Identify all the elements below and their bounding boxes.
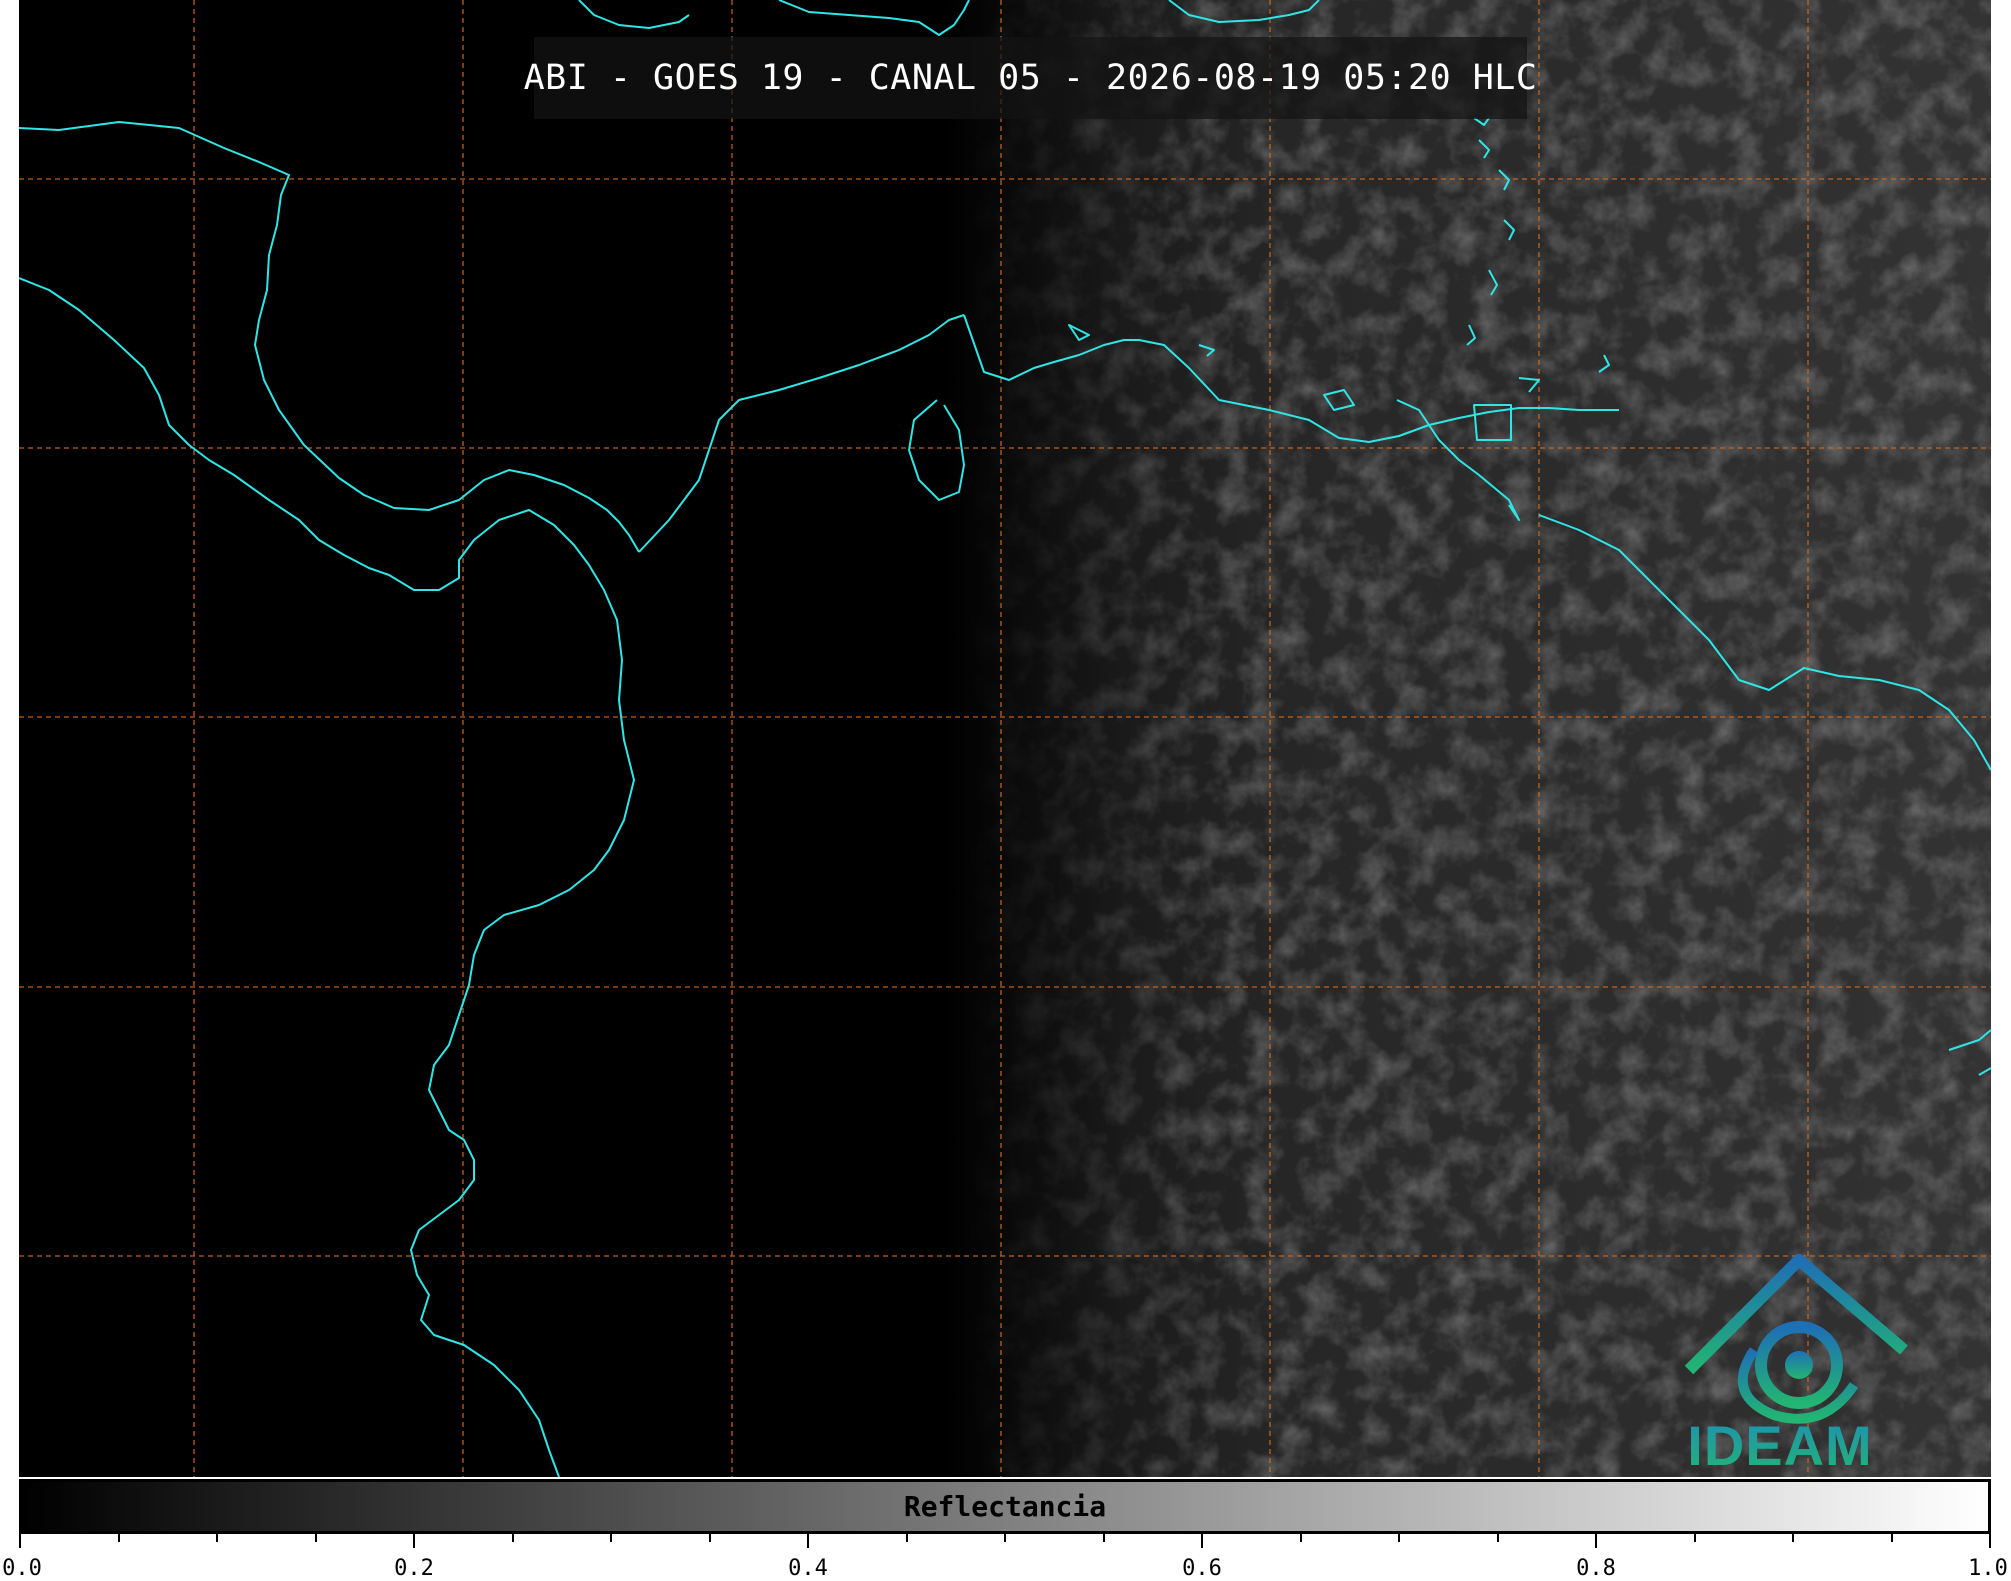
colorbar-tick-mark — [216, 1534, 218, 1542]
colorbar-tick-mark — [807, 1534, 809, 1548]
colorbar-tick-mark — [1102, 1534, 1105, 1542]
colorbar-tick-mark — [1890, 1534, 1893, 1542]
colorbar-tick-mark — [1792, 1534, 1794, 1542]
colorbar-tick-mark — [1595, 1534, 1597, 1548]
colorbar-tick-label: 0.8 — [1576, 1556, 1616, 1581]
colorbar-tick-mark — [905, 1534, 908, 1542]
colorbar-tick-label: 0.6 — [1182, 1556, 1222, 1581]
colorbar-tick-mark — [1398, 1534, 1400, 1542]
colorbar-tick-mark — [1989, 1534, 1991, 1548]
colorbar-tick-mark — [708, 1534, 711, 1542]
colorbar-tick-mark — [19, 1534, 21, 1548]
colorbar-tick-label: 1.0 — [1968, 1556, 2008, 1581]
colorbar-tick-mark — [1201, 1534, 1203, 1548]
colorbar-tick-mark — [1299, 1534, 1302, 1542]
ideam-logo-text: IDEAM — [1665, 1413, 1895, 1478]
colorbar-tick-mark — [117, 1534, 120, 1542]
colorbar-tick-mark — [1004, 1534, 1006, 1542]
colorbar-tick-label: 0.2 — [394, 1556, 434, 1581]
colorbar-tick-mark — [314, 1534, 317, 1542]
colorbar-ticks: 0.0 0.2 0.4 0.6 0.8 1.0 — [0, 1534, 2011, 1581]
colorbar-tick-mark — [1496, 1534, 1499, 1542]
colorbar-tick-mark — [610, 1534, 612, 1542]
title-panel: ABI - GOES 19 - CANAL 05 - 2026-08-19 05… — [524, 37, 1537, 119]
colorbar-label: Reflectancia — [903, 1490, 1107, 1523]
colorbar-tick-label: 0.0 — [2, 1556, 42, 1581]
colorbar-tick-label: 0.4 — [788, 1556, 828, 1581]
map-title: ABI - GOES 19 - CANAL 05 - 2026-08-19 05… — [523, 58, 1538, 98]
colorbar-tick-mark — [1693, 1534, 1696, 1542]
ideam-logo: IDEAM — [1665, 1255, 1895, 1477]
colorbar: Reflectancia — [19, 1479, 1991, 1534]
colorbar-tick-mark — [413, 1534, 415, 1548]
colorbar-tick-mark — [511, 1534, 514, 1542]
